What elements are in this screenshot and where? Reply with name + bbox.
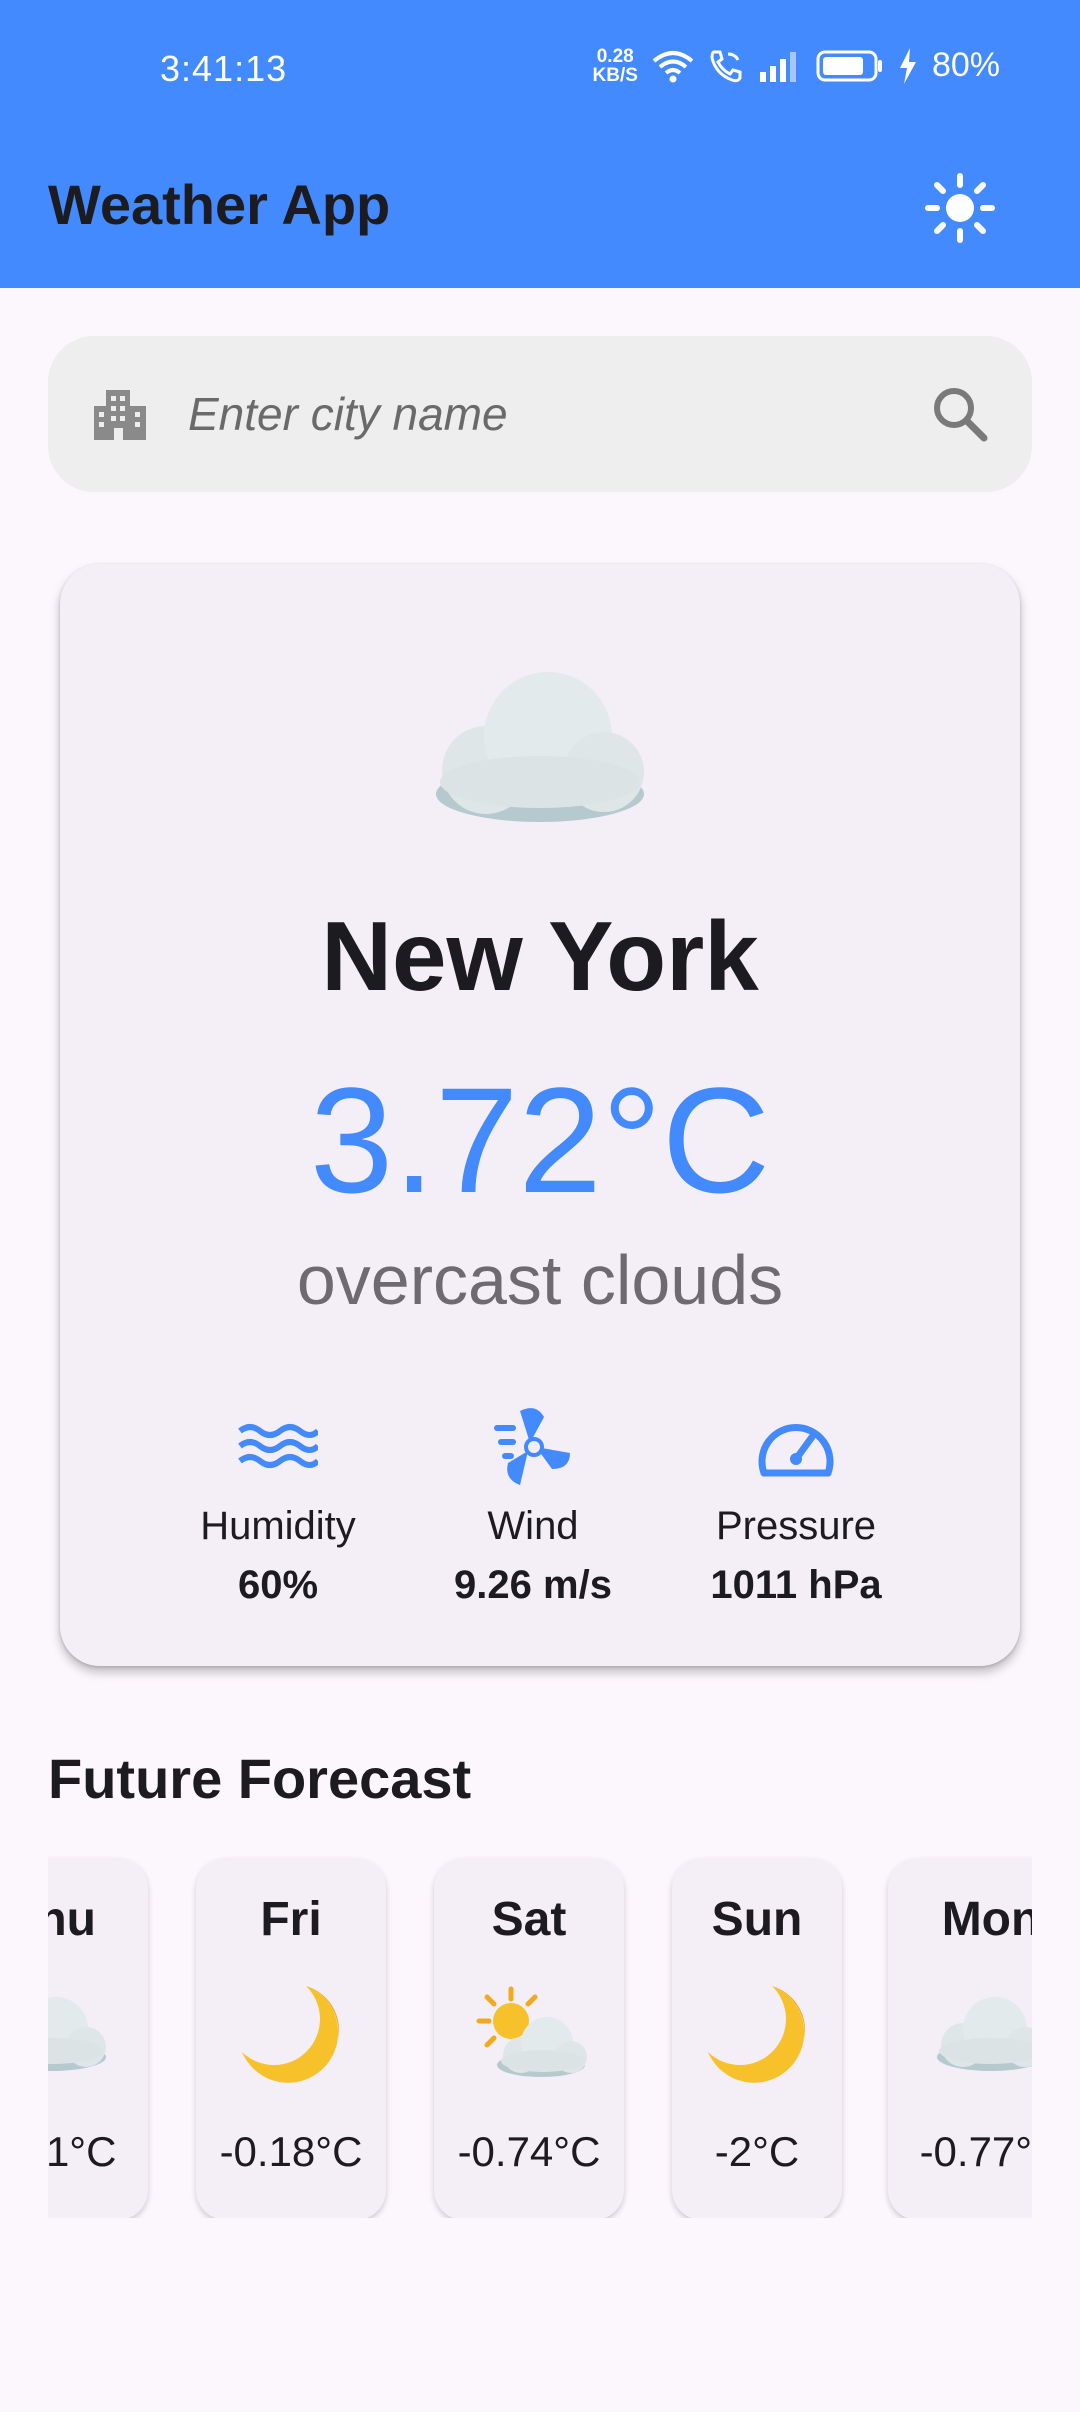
wind-metric: Wind 9.26 m/s — [403, 1400, 663, 1608]
city-name: New York — [321, 901, 759, 1011]
wind-label: Wind — [487, 1504, 579, 1548]
forecast-temp: 0.01°C — [48, 2128, 117, 2175]
pressure-metric: Pressure 1011 hPa — [666, 1400, 926, 1608]
status-time: 3:41:13 — [160, 48, 288, 89]
signal-icon — [759, 51, 796, 82]
status-icons: 0.28 KB/S 80% — [593, 46, 1000, 85]
city-icon — [94, 390, 146, 440]
wifi-calling-icon — [710, 50, 742, 82]
fan-icon — [494, 1408, 570, 1485]
forecast-list[interactable]: Thu 0.01°C Fri -0.18°C Sat — [48, 1854, 1032, 2218]
forecast-card-thu[interactable]: Thu 0.01°C — [48, 1858, 148, 2218]
speedometer-icon — [758, 1424, 834, 1477]
sun-behind-cloud-icon — [476, 1986, 587, 2077]
forecast-card-sun[interactable]: Sun -2°C — [672, 1858, 842, 2218]
sun-icon — [925, 173, 995, 243]
forecast-day: Fri — [260, 1893, 322, 1946]
status-bar: 3:41:13 0.28 KB/S 80% — [0, 0, 1080, 138]
city-search-input[interactable] — [188, 376, 928, 452]
app-bar: Weather App — [0, 138, 1080, 288]
forecast-card-sat[interactable]: Sat -0.74°C — [434, 1858, 624, 2218]
current-weather-card: New York 3.72°C overcast clouds Humidity… — [60, 564, 1020, 1666]
network-speed-unit: KB/S — [592, 64, 638, 86]
city-search-bar — [48, 336, 1032, 492]
search-button[interactable] — [926, 380, 996, 450]
forecast-day: Sat — [491, 1893, 567, 1946]
search-icon — [934, 388, 988, 442]
humidity-metric: Humidity 60% — [148, 1400, 408, 1608]
humidity-label: Humidity — [200, 1504, 356, 1548]
cloud-icon — [937, 1997, 1032, 2071]
forecast-card-fri[interactable]: Fri -0.18°C — [196, 1858, 386, 2218]
pressure-label: Pressure — [715, 1504, 877, 1548]
wifi-icon — [652, 50, 694, 82]
weather-description: overcast clouds — [296, 1241, 784, 1319]
forecast-day: Mon — [941, 1893, 1032, 1946]
network-speed: 0.28 KB/S — [593, 47, 638, 85]
moon-icon — [708, 1986, 806, 2083]
forecast-card-mon[interactable]: Mon -0.77°C — [888, 1858, 1032, 2218]
charging-icon — [899, 47, 916, 84]
app-title: Weather App — [48, 173, 391, 236]
humidity-value: 60% — [237, 1563, 319, 1607]
forecast-day: Sun — [711, 1893, 803, 1946]
pressure-value: 1011 hPa — [710, 1563, 882, 1607]
moon-icon — [242, 1986, 340, 2083]
forecast-temp: -0.74°C — [457, 2128, 601, 2175]
network-speed-value: 0.28 — [596, 45, 634, 67]
forecast-temp: -0.77°C — [919, 2128, 1032, 2175]
forecast-temp: -0.18°C — [219, 2128, 363, 2175]
forecast-day: Thu — [48, 1893, 96, 1946]
battery-percent: 80% — [931, 46, 1000, 84]
forecast-title: Future Forecast — [48, 1747, 472, 1810]
cloud-icon — [436, 672, 644, 822]
wind-value: 9.26 m/s — [454, 1563, 612, 1607]
waves-icon — [238, 1424, 318, 1468]
current-temperature: 3.72°C — [309, 1056, 771, 1224]
forecast-temp: -2°C — [714, 2128, 800, 2175]
battery-icon — [816, 50, 882, 81]
cloud-icon — [48, 1997, 106, 2071]
theme-toggle-button[interactable] — [920, 168, 1000, 248]
